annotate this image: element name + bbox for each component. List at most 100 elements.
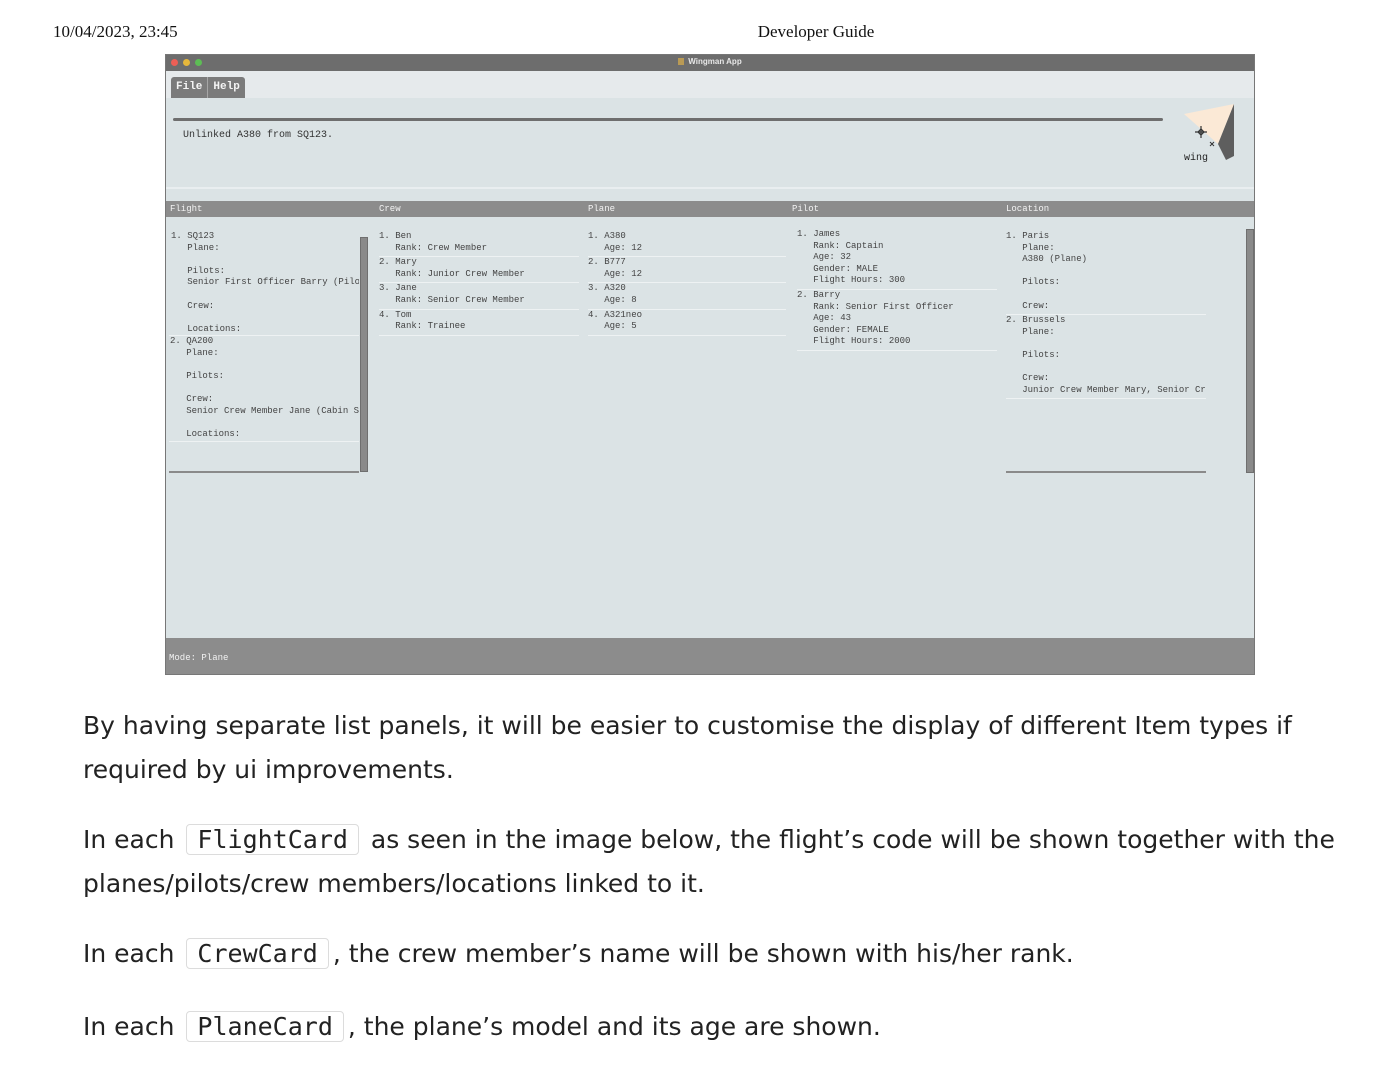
- plane-card[interactable]: 1. A380 Age: 12: [588, 231, 786, 258]
- app-window: Wingman App File Help Unlinked A380 from…: [165, 54, 1255, 675]
- code-crewcard: CrewCard: [186, 938, 329, 969]
- plane-card[interactable]: 2. B777 Age: 12: [588, 257, 786, 284]
- text: In each: [83, 1012, 175, 1041]
- plane-list-panel[interactable]: 1. A380 Age: 12 2. B777 Age: 12 3. A320 …: [588, 231, 786, 474]
- crew-card[interactable]: 2. Mary Rank: Junior Crew Member: [379, 257, 579, 284]
- pilot-card-line: Flight Hours: 2000: [797, 336, 911, 347]
- pilot-card-line: 2. Barry: [797, 289, 841, 300]
- flight-card-line: [171, 312, 359, 324]
- location-card-line: [1006, 289, 1206, 301]
- app-icon: [678, 58, 685, 65]
- crew-card-line: 3. Jane: [379, 283, 417, 294]
- location-card-line: A380 (Plane): [1006, 254, 1088, 265]
- flight-card-line: 2. QA200: [170, 336, 214, 347]
- flight-card-line: Pilots:: [170, 371, 225, 382]
- pilot-card[interactable]: 2. Barry Rank: Senior First Officer Age:…: [797, 290, 997, 351]
- crew-card-line: Rank: Senior Crew Member: [379, 294, 525, 305]
- crew-card-line: 4. Tom: [379, 309, 412, 320]
- location-card-line: Pilots:: [1006, 349, 1061, 360]
- location-card-line: [1006, 338, 1206, 350]
- text: , the crew member’s name will be shown w…: [332, 939, 1074, 968]
- paragraph-planecard: In each PlaneCard, the plane’s model and…: [83, 1005, 1353, 1049]
- column-header-plane: Plane: [588, 204, 616, 214]
- crew-card-line: 1. Ben: [379, 231, 412, 241]
- location-card-line: [1006, 362, 1206, 374]
- flight-card-line: Plane:: [170, 347, 219, 358]
- plane-card-line: 3. A320: [588, 283, 626, 294]
- flight-card-line: Pilots:: [171, 265, 226, 276]
- location-card-line: 2. Brussels: [1006, 315, 1066, 326]
- mode-status: Mode: Plane: [169, 653, 229, 663]
- flight-list-panel[interactable]: 1. SQ123 Plane: Pilots: Senior First Off…: [169, 231, 359, 474]
- plane-card-line: Age: 8: [588, 294, 637, 305]
- crew-card-line: Rank: Crew Member: [379, 242, 488, 253]
- location-card-line: [1006, 266, 1206, 278]
- paragraph-list-panels: By having separate list panels, it will …: [83, 711, 1292, 784]
- crew-card-line: 2. Mary: [379, 257, 417, 268]
- flight-card-line: Senior First Officer Barry (Pilo: [171, 277, 359, 288]
- plane-card-line: 1. A380: [588, 231, 626, 241]
- paragraph-flightcard: In each FlightCard as seen in the image …: [83, 818, 1353, 906]
- flight-scrollbar[interactable]: [360, 237, 368, 472]
- flight-card-line: Locations:: [171, 323, 242, 334]
- flight-card-line: Plane:: [171, 242, 220, 253]
- column-header-location: Location: [1006, 204, 1050, 214]
- plane-card-line: 4. A321neo: [588, 309, 643, 320]
- pilot-list-panel[interactable]: 1. James Rank: Captain Age: 32 Gender: M…: [797, 229, 997, 472]
- crew-card[interactable]: 3. Jane Rank: Senior Crew Member: [379, 283, 579, 310]
- paragraph-crewcard: In each CrewCard, the crew member’s name…: [83, 932, 1353, 976]
- location-card-line: Plane:: [1006, 326, 1055, 337]
- code-flightcard: FlightCard: [186, 824, 359, 855]
- plane-card-line: Age: 12: [588, 242, 643, 253]
- plane-card[interactable]: 3. A320 Age: 8: [588, 283, 786, 310]
- plane-card-line: 2. B777: [588, 257, 626, 268]
- crew-card[interactable]: 4. Tom Rank: Trainee: [379, 310, 579, 336]
- code-planecard: PlaneCard: [186, 1011, 344, 1042]
- column-header-crew: Crew: [379, 204, 401, 214]
- print-header: 10/04/2023, 23:45 Developer Guide: [0, 22, 1386, 46]
- text: , the plane’s model and its age are show…: [347, 1012, 881, 1041]
- plane-card[interactable]: 4. A321neo Age: 5: [588, 310, 786, 336]
- text: In each: [83, 825, 175, 854]
- flight-card-line: Crew:: [171, 300, 215, 311]
- crew-list-panel[interactable]: 1. Ben Rank: Crew Member 2. Mary Rank: J…: [379, 231, 579, 474]
- location-card-line: Crew:: [1006, 300, 1050, 311]
- menu-help[interactable]: Help: [208, 77, 244, 99]
- location-card[interactable]: 1. Paris Plane: A380 (Plane) Pilots: Cre…: [1006, 231, 1206, 316]
- pilot-card[interactable]: 1. James Rank: Captain Age: 32 Gender: M…: [797, 229, 997, 290]
- command-box[interactable]: [173, 118, 1163, 121]
- result-display: Unlinked A380 from SQ123. wing: [166, 98, 1254, 189]
- status-bar: Mode: Plane: [166, 638, 1254, 674]
- flight-card[interactable]: 2. QA200 Plane: Pilots: Crew: Senior Cre…: [169, 336, 359, 442]
- column-header-bar: Flight Crew Plane Pilot Location: [166, 201, 1254, 217]
- flight-card-line: Senior Crew Member Jane (Cabin Se: [170, 405, 359, 416]
- location-card[interactable]: 2. Brussels Plane: Pilots: Crew: Junior …: [1006, 315, 1206, 400]
- flight-panel-border: [169, 471, 359, 473]
- flight-card-line: 1. SQ123: [171, 231, 215, 241]
- location-card-line: Crew:: [1006, 373, 1050, 384]
- pilot-card-line: Gender: FEMALE: [797, 324, 889, 335]
- flight-card-line: [170, 418, 359, 430]
- pilot-card-line: Rank: Senior First Officer: [797, 301, 954, 312]
- flight-card-line: [170, 383, 359, 395]
- pilot-card-line: 1. James: [797, 229, 841, 239]
- flight-card-line: [171, 289, 359, 301]
- flight-card-line: Locations:: [170, 429, 241, 440]
- flight-card-line: [170, 360, 359, 372]
- plane-card-line: Age: 5: [588, 321, 637, 332]
- print-title: Developer Guide: [757, 22, 875, 41]
- location-card-line: Junior Crew Member Mary, Senior Cr: [1006, 384, 1206, 395]
- crew-card[interactable]: 1. Ben Rank: Crew Member: [379, 231, 579, 258]
- menu-file[interactable]: File: [171, 77, 209, 99]
- location-panel-border: [1006, 471, 1206, 473]
- divider: [166, 187, 1254, 189]
- result-message: Unlinked A380 from SQ123.: [183, 130, 334, 141]
- flight-card[interactable]: 1. SQ123 Plane: Pilots: Senior First Off…: [169, 231, 359, 337]
- location-card-line: Pilots:: [1006, 277, 1061, 288]
- location-scrollbar[interactable]: [1246, 229, 1254, 473]
- window-titlebar: Wingman App: [166, 55, 1254, 71]
- pilot-card-line: Gender: MALE: [797, 263, 879, 274]
- column-header-flight: Flight: [170, 204, 203, 214]
- location-list-panel[interactable]: 1. Paris Plane: A380 (Plane) Pilots: Cre…: [1006, 231, 1206, 474]
- crew-card-line: Rank: Trainee: [379, 321, 466, 332]
